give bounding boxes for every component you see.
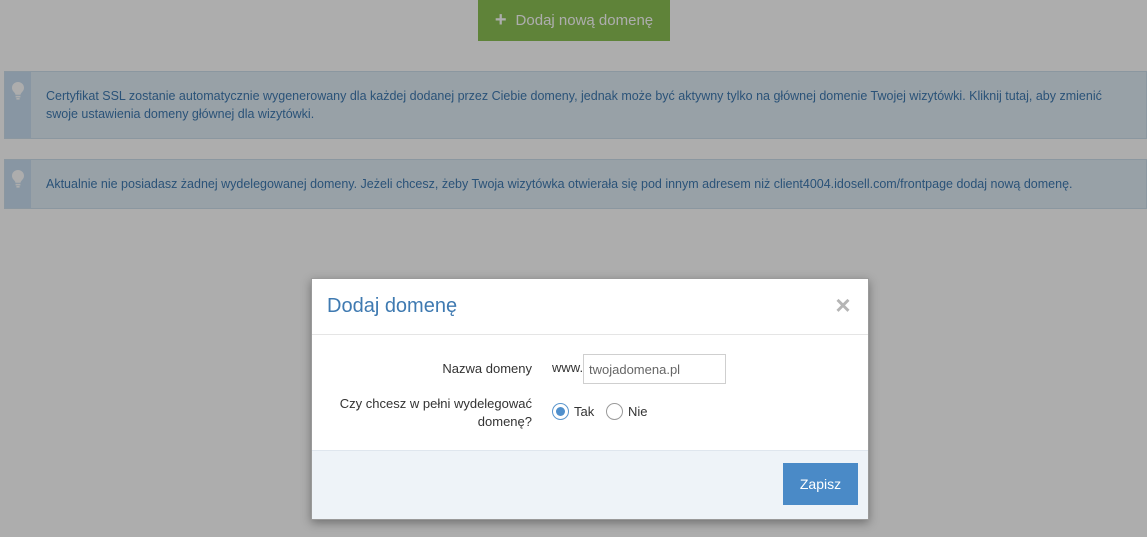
www-prefix: www. bbox=[552, 360, 584, 375]
radio-button-nie[interactable] bbox=[606, 403, 623, 420]
domain-name-input[interactable] bbox=[583, 354, 726, 384]
delegate-domain-label: Czy chcesz w pełni wydelegować domenę? bbox=[339, 396, 532, 429]
save-button[interactable]: Zapisz bbox=[783, 463, 858, 505]
dialog-body: Nazwa domeny www. Czy chcesz w pełni wyd… bbox=[312, 335, 868, 451]
radio-label-nie: Nie bbox=[628, 404, 648, 419]
radio-button-tak[interactable] bbox=[552, 403, 569, 420]
domain-name-label: Nazwa domeny bbox=[442, 361, 532, 376]
add-domain-dialog: Dodaj domenę × Nazwa domeny www. Czy chc… bbox=[311, 278, 869, 520]
radio-option-nie[interactable]: Nie bbox=[606, 403, 648, 420]
radio-label-tak: Tak bbox=[574, 404, 595, 419]
dialog-title: Dodaj domenę bbox=[327, 295, 458, 317]
dialog-footer: Zapisz bbox=[312, 450, 868, 519]
close-icon[interactable]: × bbox=[833, 292, 853, 318]
dialog-header: Dodaj domenę × bbox=[312, 279, 868, 335]
radio-option-tak[interactable]: Tak bbox=[552, 403, 594, 420]
